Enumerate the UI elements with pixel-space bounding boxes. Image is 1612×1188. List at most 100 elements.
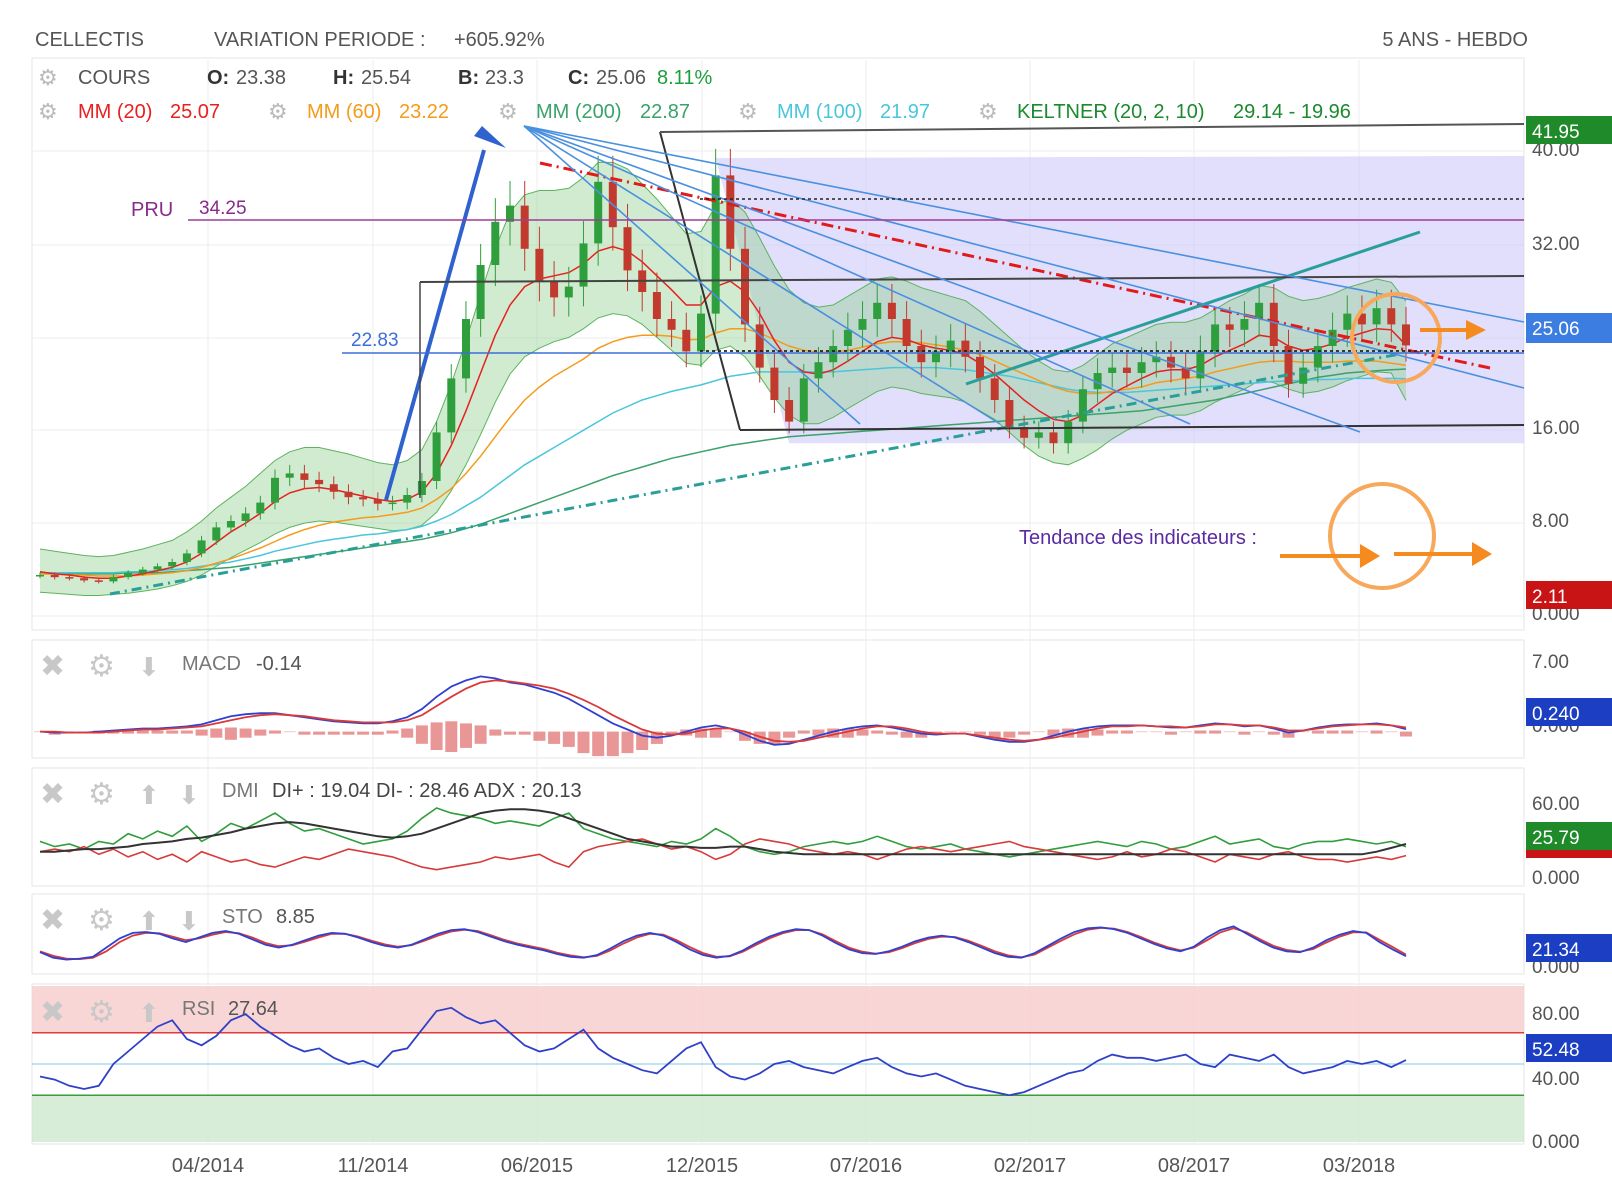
candle-body [388, 502, 397, 505]
arrow-up-icon[interactable]: ⬆ [138, 998, 160, 1028]
macd-histogram-bar [724, 731, 737, 733]
macd-histogram-bar [283, 731, 296, 733]
macd-histogram-bar [327, 731, 340, 735]
dmi-value: DI+ : 19.04 DI- : 28.46 ADX : 20.13 [272, 780, 582, 802]
mm200-value: 22.87 [640, 101, 690, 123]
variation-label: VARIATION PERIODE : [214, 29, 426, 51]
arrow-down-icon[interactable]: ⬇ [178, 780, 200, 810]
rsi-tick: 40.00 [1532, 1069, 1580, 1090]
macd-histogram-bar [1120, 730, 1133, 734]
macd-histogram-bar [797, 730, 810, 734]
rsi-tick: 80.00 [1532, 1004, 1580, 1025]
period-label[interactable]: 5 ANS - HEBDO [1382, 29, 1528, 51]
close-key: C: [568, 67, 589, 89]
x-tick: 11/2014 [338, 1155, 409, 1177]
arrow-up-icon[interactable]: ⬆ [138, 780, 160, 810]
rsi-oversold-zone [32, 1095, 1524, 1142]
candle-body [1313, 346, 1322, 368]
close-icon[interactable]: ✖ [40, 996, 65, 1029]
candle-body [1108, 367, 1117, 373]
candle-body [329, 484, 338, 492]
gear-icon[interactable]: ⚙ [88, 650, 115, 683]
macd-histogram-bar [224, 727, 237, 740]
gear-icon[interactable]: ⚙ [978, 99, 998, 124]
candle-body [1343, 313, 1352, 330]
candle-body [373, 499, 382, 504]
sto-badge-text: 21.34 [1532, 940, 1580, 961]
arrow-down-icon[interactable]: ⬇ [178, 906, 200, 936]
gear-icon[interactable]: ⚙ [88, 778, 115, 811]
candle-body [476, 265, 485, 319]
candle-body [65, 577, 74, 579]
macd-label: MACD [182, 653, 241, 675]
gear-icon[interactable]: ⚙ [498, 99, 518, 124]
candle-body [1372, 308, 1381, 325]
candle-body [873, 302, 882, 319]
candle-body [1049, 432, 1058, 444]
candle-body [315, 479, 324, 485]
macd-histogram-bar [944, 731, 957, 733]
close-icon[interactable]: ✖ [40, 904, 65, 937]
macd-histogram-bar [1135, 731, 1148, 733]
pru-value: 34.25 [199, 198, 247, 219]
price-axis: 40.00 32.00 24.00 16.00 8.00 0.000 [1532, 140, 1580, 625]
candle-body [682, 329, 691, 352]
macd-histogram-bar [342, 731, 355, 735]
macd-histogram-bar [239, 728, 252, 738]
candle-body [1255, 302, 1264, 319]
macd-histogram-bar [606, 731, 619, 757]
dmi-label: DMI [222, 780, 259, 802]
macd-histogram-bar [1253, 731, 1266, 733]
gear-icon[interactable]: ⚙ [738, 99, 758, 124]
gear-icon[interactable]: ⚙ [38, 65, 58, 90]
support-value: 22.83 [351, 330, 399, 351]
macd-histogram-bar [577, 731, 590, 754]
arrow-down-icon[interactable]: ⬇ [138, 652, 160, 682]
x-tick: 02/2017 [994, 1155, 1066, 1177]
mm200-label: MM (200) [536, 101, 622, 123]
gear-icon[interactable]: ⚙ [38, 99, 58, 124]
macd-histogram-bar [401, 728, 414, 738]
price-tick: 8.00 [1532, 511, 1569, 532]
x-tick: 06/2015 [501, 1155, 573, 1177]
candle-body [1269, 302, 1278, 346]
macd-histogram-bar [592, 731, 605, 757]
low-value: 23.3 [485, 67, 524, 89]
macd-histogram-bar [195, 729, 208, 736]
macd-histogram-bar [136, 730, 149, 734]
candle-body [36, 575, 44, 577]
sto-label: STO [222, 906, 263, 928]
macd-histogram-bar [1150, 731, 1163, 733]
keltner-label: KELTNER (20, 2, 10) [1017, 101, 1204, 123]
candle-body [652, 292, 661, 319]
macd-histogram-bar [621, 731, 634, 754]
macd-histogram-bar [474, 725, 487, 744]
close-icon[interactable]: ✖ [40, 650, 65, 683]
candle-body [550, 281, 559, 298]
legend-cours[interactable]: ⚙ COURS O: 23.38 H: 25.54 B: 23.3 C: 25.… [38, 65, 712, 90]
macd-tick: 7.00 [1532, 652, 1569, 673]
close-icon[interactable]: ✖ [40, 778, 65, 811]
gear-icon[interactable]: ⚙ [88, 996, 115, 1029]
macd-histogram-bar [1267, 731, 1280, 735]
macd-histogram-bar [180, 730, 193, 734]
gear-icon[interactable]: ⚙ [268, 99, 288, 124]
macd-histogram-bar [1106, 730, 1119, 734]
candle-body [902, 319, 911, 346]
rsi-badge-text: 52.48 [1532, 1040, 1580, 1061]
macd-histogram-bar [1355, 731, 1368, 733]
gear-icon[interactable]: ⚙ [88, 904, 115, 937]
macd-histogram-bar [357, 731, 370, 735]
macd-histogram-bar [1032, 731, 1045, 733]
macd-histogram-bar [445, 721, 458, 752]
arrow-up-icon[interactable]: ⬆ [138, 906, 160, 936]
price-tick: 16.00 [1532, 418, 1580, 439]
candle-body [359, 497, 368, 500]
price-tick: 32.00 [1532, 234, 1580, 255]
candle-body [741, 248, 749, 325]
price-low-badge: 2.11 [1526, 581, 1612, 609]
candle-body [1211, 324, 1220, 352]
x-tick: 04/2014 [172, 1155, 244, 1177]
macd-histogram-bar [783, 731, 796, 738]
macd-histogram-bar [518, 731, 531, 735]
